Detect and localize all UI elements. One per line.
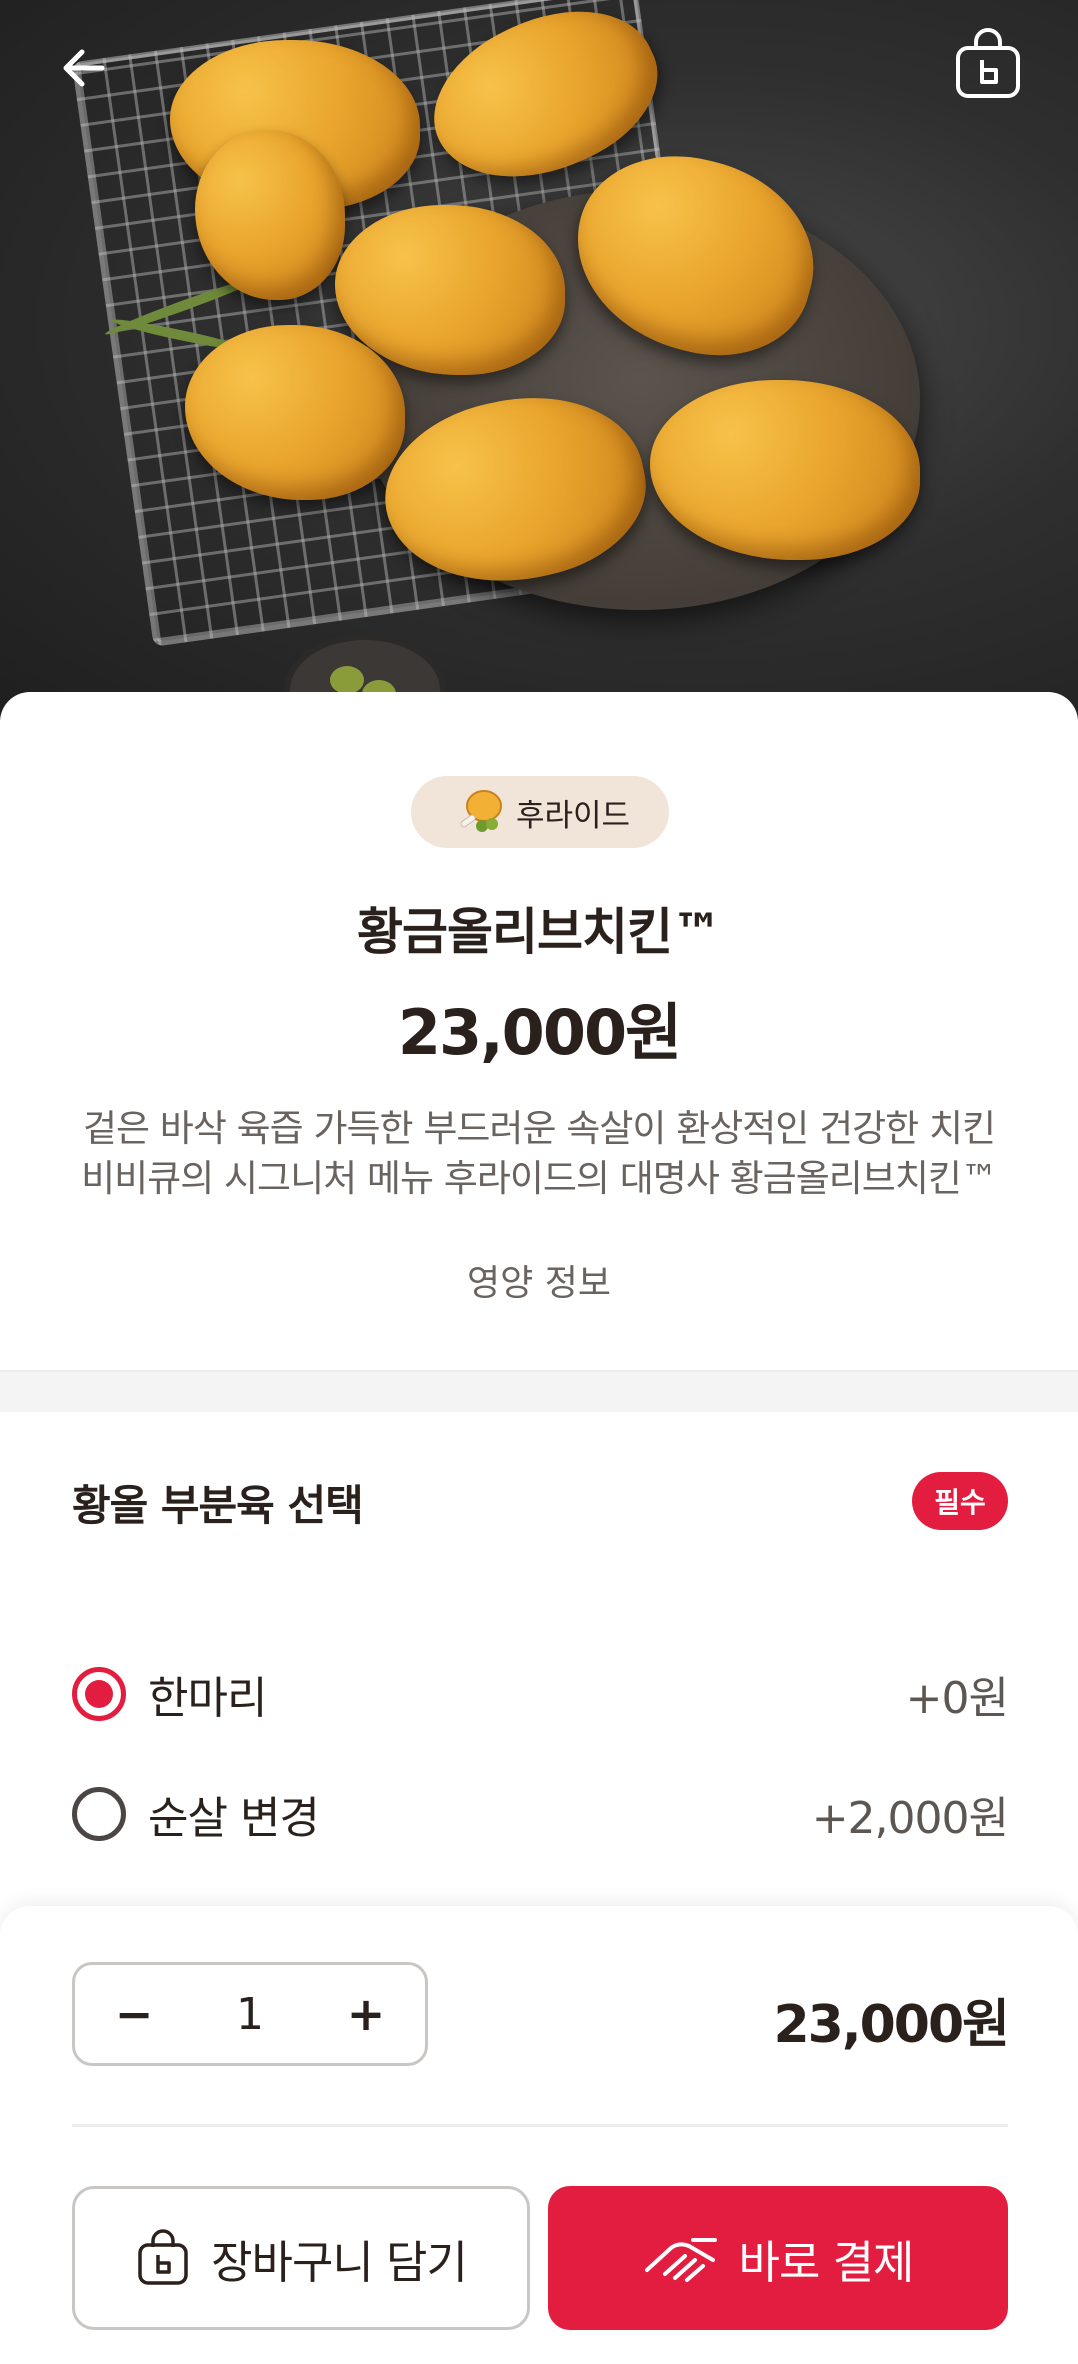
- description-line: 비비큐의 시그니처 메뉴 후라이드의 대명사 황금올리브치킨™: [81, 1157, 998, 1200]
- arrow-left-icon: [63, 49, 105, 87]
- quantity-stepper: − 1 +: [72, 1962, 428, 2066]
- radio-selected[interactable]: [72, 1667, 126, 1721]
- shopping-bag-icon: [956, 28, 1020, 98]
- buy-now-button[interactable]: 바로 결제: [548, 2186, 1008, 2330]
- cart-button[interactable]: [948, 24, 1028, 104]
- product-name: 황금올리브치킨™: [357, 903, 722, 961]
- category-label: 후라이드: [515, 797, 631, 834]
- buy-now-label: 바로 결제: [738, 2235, 915, 2289]
- nutrition-info-link[interactable]: 영양 정보: [0, 1254, 1078, 1306]
- shopping-bag-icon: [138, 2229, 188, 2285]
- option-boneless[interactable]: 순살 변경 +2,000원: [72, 1774, 1009, 1854]
- option-label: 한마리: [148, 1673, 267, 1724]
- add-to-cart-label: 장바구니 담기: [211, 2235, 468, 2289]
- handshake-pay-icon: [644, 2238, 717, 2282]
- olive: [330, 666, 364, 694]
- product-price: 23,000원: [397, 996, 682, 1069]
- radio-unselected[interactable]: [72, 1787, 126, 1841]
- description-line: 겉은 바삭 육즙 가득한 부드러운 속살이 환상적인 건강한 치킨: [82, 1107, 996, 1150]
- product-hero-image: [0, 0, 1078, 720]
- product-description: 겉은 바삭 육즙 가득한 부드러운 속살이 환상적인 건강한 치킨 비비큐의 시…: [40, 1104, 1038, 1204]
- increase-quantity-button[interactable]: +: [307, 1965, 425, 2063]
- divider: [72, 2124, 1008, 2127]
- category-badge: 후라이드: [411, 776, 669, 848]
- fried-chicken-icon: [460, 790, 502, 832]
- option-group-title: 황올 부분육 선택: [72, 1481, 364, 1530]
- radio-dot: [85, 1680, 113, 1708]
- option-price: +2,000원: [811, 1793, 1009, 1844]
- decrease-quantity-button[interactable]: −: [75, 1965, 193, 2063]
- back-button[interactable]: [44, 28, 124, 108]
- order-bar: − 1 + 23,000원 장바구니 담기 바로 결제: [0, 1906, 1078, 2364]
- add-to-cart-button[interactable]: 장바구니 담기: [72, 2186, 530, 2330]
- required-badge: 필수: [912, 1472, 1008, 1530]
- option-label: 순살 변경: [148, 1793, 320, 1844]
- option-whole-chicken[interactable]: 한마리 +0원: [72, 1654, 1009, 1734]
- option-price: +0원: [905, 1673, 1009, 1724]
- total-price: 23,000원: [773, 1995, 1010, 2055]
- section-divider: [0, 1370, 1078, 1412]
- quantity-value: 1: [236, 1988, 264, 2040]
